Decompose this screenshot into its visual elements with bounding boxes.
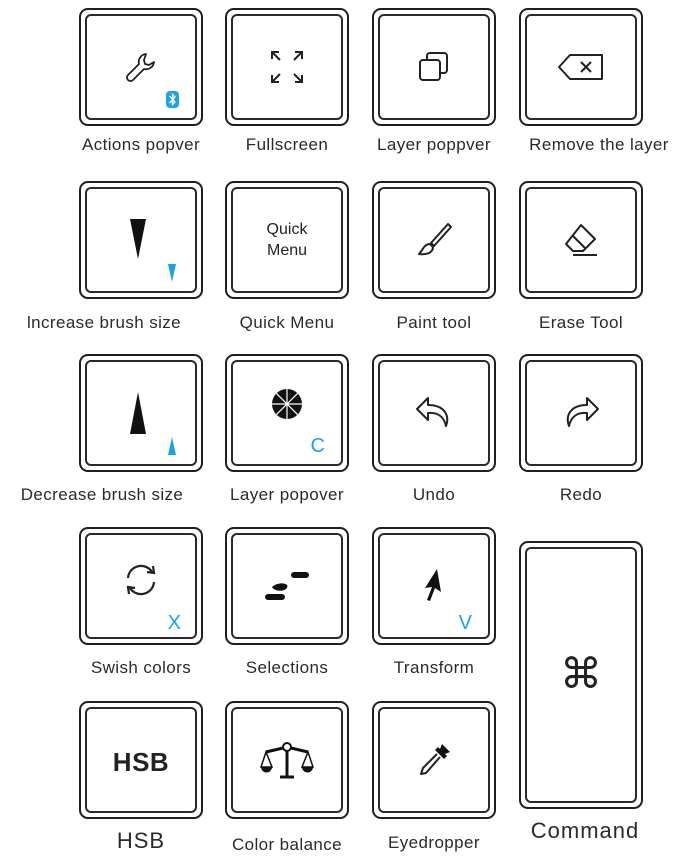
key-label: Erase Tool: [538, 313, 623, 332]
balance-scale-icon: [259, 742, 315, 779]
layer-popover-c-key[interactable]: C: [225, 354, 349, 472]
selection-icon: [265, 572, 309, 600]
hsb-key[interactable]: HSB: [79, 701, 203, 819]
shortcut-letter: V: [458, 612, 472, 634]
paint-tool-key[interactable]: [372, 181, 496, 299]
key-label: lncrease brush size: [26, 313, 182, 332]
key-label: Decrease brush size: [20, 485, 184, 504]
increase-brush-size-key[interactable]: [79, 181, 203, 299]
layers-icon: [419, 52, 448, 81]
backspace-icon: [558, 54, 603, 80]
transform-key[interactable]: V: [372, 527, 496, 645]
undo-arrow-icon: [416, 397, 449, 427]
key-label: Redo: [559, 485, 603, 504]
actions-popover-key[interactable]: [79, 8, 203, 126]
key-label: Layer poppver: [377, 135, 491, 154]
redo-arrow-icon: [566, 397, 599, 427]
expand-arrows-icon: [271, 51, 303, 83]
key-label: Command: [530, 818, 640, 843]
erase-tool-key[interactable]: [519, 181, 643, 299]
remove-layer-key[interactable]: [519, 8, 643, 126]
eyedropper-icon: [420, 744, 450, 775]
bluetooth-icon: [166, 91, 179, 108]
paintbrush-icon: [418, 223, 452, 256]
cursor-arrow-icon: [425, 569, 441, 601]
shortcut-letter: C: [310, 435, 325, 457]
fullscreen-key[interactable]: [225, 8, 349, 126]
brush-size-decrease-icon: [130, 392, 146, 435]
key-label: Remove the layer: [529, 135, 669, 154]
command-icon: ⌘: [560, 649, 602, 698]
key-label: Transform: [393, 658, 475, 677]
swish-colors-key[interactable]: X: [79, 527, 203, 645]
redo-key[interactable]: [519, 354, 643, 472]
eraser-icon: [565, 224, 597, 256]
decrease-brush-size-key[interactable]: [79, 354, 203, 472]
brush-size-increase-icon: [130, 219, 146, 260]
eyedropper-key[interactable]: [372, 701, 496, 819]
brush-small-indicator-icon: [168, 264, 176, 282]
brush-small-indicator-icon: [168, 437, 176, 455]
selections-key[interactable]: [225, 527, 349, 645]
quick-menu-key-text: Quick Menu: [266, 221, 308, 259]
hsb-key-text: HSB: [112, 747, 170, 777]
color-wheel-icon: [272, 388, 302, 419]
undo-key[interactable]: [372, 354, 496, 472]
swap-cycle-icon: [126, 565, 156, 596]
command-key[interactable]: ⌘: [519, 541, 643, 809]
layer-popover-key[interactable]: [372, 8, 496, 126]
wrench-icon: [126, 53, 155, 82]
quick-menu-key[interactable]: Quick Menu: [225, 181, 349, 299]
shortcut-letter: X: [167, 612, 181, 634]
color-balance-key[interactable]: [225, 701, 349, 819]
